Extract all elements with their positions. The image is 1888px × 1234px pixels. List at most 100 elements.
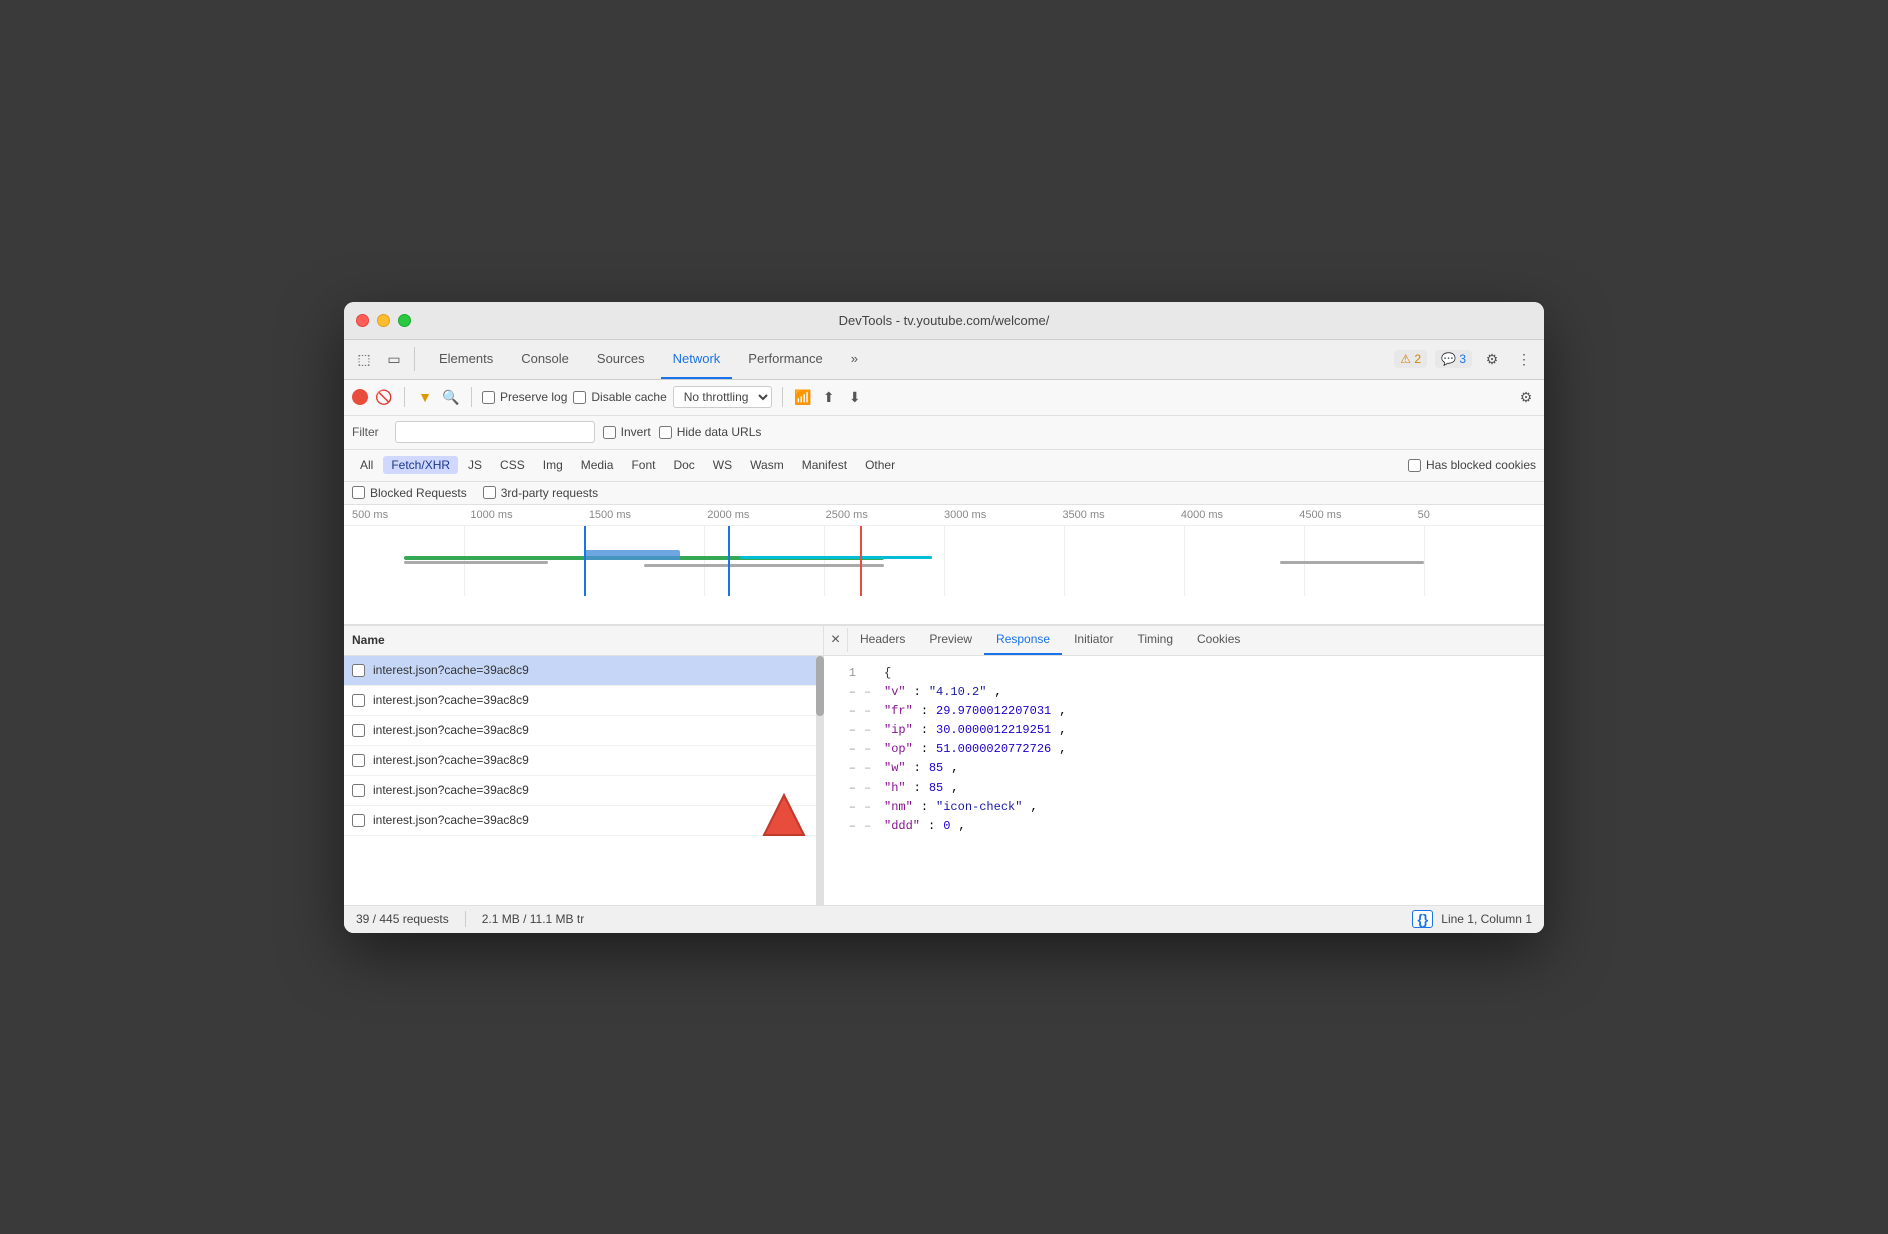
filter-js[interactable]: JS	[460, 456, 490, 474]
wifi-icon[interactable]: 📶	[793, 387, 813, 407]
panel-tab-response[interactable]: Response	[984, 626, 1062, 656]
has-blocked-cookies[interactable]: Has blocked cookies	[1408, 458, 1536, 472]
search-icon[interactable]: 🔍	[441, 387, 461, 407]
window-title: DevTools - tv.youtube.com/welcome/	[839, 313, 1050, 328]
tab-network[interactable]: Network	[661, 339, 733, 379]
filter-fetch-xhr[interactable]: Fetch/XHR	[383, 456, 458, 474]
filter-other[interactable]: Other	[857, 456, 903, 474]
blocked-requests-label[interactable]: Blocked Requests	[352, 486, 467, 500]
maximize-button[interactable]	[398, 314, 411, 327]
scrollbar[interactable]	[816, 656, 824, 905]
cursor-icon[interactable]: ⬚	[352, 347, 376, 371]
request-checkbox[interactable]	[352, 754, 365, 767]
more-options-icon[interactable]: ⋮	[1512, 347, 1536, 371]
request-row[interactable]: interest.json?cache=39ac8c9	[344, 776, 823, 806]
throttle-select[interactable]: No throttling	[673, 386, 772, 408]
upload-icon[interactable]: ⬆	[819, 387, 839, 407]
filter-css[interactable]: CSS	[492, 456, 533, 474]
panel-tab-initiator[interactable]: Initiator	[1062, 626, 1125, 656]
devtools-content: ⬚ ▭ Elements Console Sources Network Per…	[344, 340, 1544, 933]
request-checkbox[interactable]	[352, 694, 365, 707]
tab-performance[interactable]: Performance	[736, 339, 834, 379]
filter-input[interactable]	[395, 421, 595, 443]
request-row[interactable]: interest.json?cache=39ac8c9	[344, 746, 823, 776]
grid-line	[1424, 526, 1425, 596]
load-bar-gray-1	[404, 561, 548, 564]
request-checkbox[interactable]	[352, 664, 365, 677]
download-icon[interactable]: ⬇	[845, 387, 865, 407]
type-filter-bar: All Fetch/XHR JS CSS Img Media Font Doc …	[344, 450, 1544, 482]
info-badge[interactable]: 💬 3	[1435, 350, 1472, 368]
tab-console[interactable]: Console	[509, 339, 581, 379]
format-button[interactable]: {}	[1412, 910, 1433, 928]
request-row[interactable]: interest.json?cache=39ac8c9	[344, 806, 823, 836]
panel-tab-preview[interactable]: Preview	[917, 626, 984, 656]
invert-label[interactable]: Invert	[603, 425, 651, 439]
device-icon[interactable]: ▭	[382, 347, 406, 371]
filter-icon[interactable]: ▼	[415, 387, 435, 407]
load-bar-gray-3	[1280, 561, 1424, 564]
request-checkbox[interactable]	[352, 724, 365, 737]
warning-badge[interactable]: ⚠ 2	[1394, 350, 1427, 368]
top-tab-bar: ⬚ ▭ Elements Console Sources Network Per…	[344, 340, 1544, 380]
toolbar-icons: ⬚ ▭	[352, 347, 415, 371]
filter-wasm[interactable]: Wasm	[742, 456, 792, 474]
third-party-checkbox[interactable]	[483, 486, 496, 499]
request-checkbox[interactable]	[352, 784, 365, 797]
panel-tab-cookies[interactable]: Cookies	[1185, 626, 1252, 656]
invert-checkbox[interactable]	[603, 426, 616, 439]
close-panel-button[interactable]: ×	[824, 628, 848, 652]
traffic-lights	[356, 314, 411, 327]
tick-2: 1500 ms	[589, 509, 707, 521]
settings-icon[interactable]: ⚙	[1480, 347, 1504, 371]
has-blocked-cookies-checkbox[interactable]	[1408, 459, 1421, 472]
filter-media[interactable]: Media	[573, 456, 622, 474]
hide-data-urls-label[interactable]: Hide data URLs	[659, 425, 762, 439]
network-settings-icon[interactable]: ⚙	[1516, 387, 1536, 407]
preserve-log-label[interactable]: Preserve log	[482, 390, 567, 404]
tab-bar-right: ⚠ 2 💬 3 ⚙ ⋮	[1394, 347, 1536, 371]
filter-manifest[interactable]: Manifest	[794, 456, 855, 474]
filter-all[interactable]: All	[352, 456, 381, 474]
clear-icon[interactable]: 🚫	[374, 387, 394, 407]
panel-tab-timing[interactable]: Timing	[1125, 626, 1185, 656]
disable-cache-label[interactable]: Disable cache	[573, 390, 666, 404]
panel-tab-headers[interactable]: Headers	[848, 626, 917, 656]
main-panel: Name interest.json?cache=39ac8c9 interes…	[344, 625, 1544, 905]
request-row[interactable]: interest.json?cache=39ac8c9	[344, 716, 823, 746]
name-column-header: Name	[344, 626, 823, 656]
tab-sources[interactable]: Sources	[585, 339, 657, 379]
close-button[interactable]	[356, 314, 369, 327]
grid-line	[824, 526, 825, 596]
tick-1: 1000 ms	[470, 509, 588, 521]
tab-elements[interactable]: Elements	[427, 339, 505, 379]
third-party-label[interactable]: 3rd-party requests	[483, 486, 598, 500]
tab-more[interactable]: »	[839, 339, 870, 379]
minimize-button[interactable]	[377, 314, 390, 327]
filter-ws[interactable]: WS	[705, 456, 740, 474]
network-toolbar: 🚫 ▼ 🔍 Preserve log Disable cache No thro…	[344, 380, 1544, 416]
filter-font[interactable]: Font	[623, 456, 663, 474]
load-bar-cyan	[740, 556, 932, 559]
timeline-area: 500 ms 1000 ms 1500 ms 2000 ms 2500 ms 3…	[344, 505, 1544, 625]
blocked-requests-checkbox[interactable]	[352, 486, 365, 499]
response-panel: × Headers Preview Response Initiator Tim…	[824, 626, 1544, 905]
request-checkbox[interactable]	[352, 814, 365, 827]
toolbar-divider-1	[404, 387, 405, 407]
json-line: – – "fr" : 29.9700012207031 ,	[836, 702, 1532, 721]
filter-img[interactable]: Img	[535, 456, 571, 474]
requests-count: 39 / 445 requests	[356, 912, 449, 926]
record-button[interactable]	[352, 389, 368, 405]
grid-line	[944, 526, 945, 596]
filter-doc[interactable]: Doc	[665, 456, 702, 474]
load-bar-gray-2	[644, 564, 884, 567]
preserve-log-checkbox[interactable]	[482, 391, 495, 404]
disable-cache-checkbox[interactable]	[573, 391, 586, 404]
json-line: – – "h" : 85 ,	[836, 779, 1532, 798]
waterfall-chart	[344, 526, 1544, 596]
cursor-position: Line 1, Column 1	[1441, 912, 1532, 926]
request-row[interactable]: interest.json?cache=39ac8c9	[344, 656, 823, 686]
hide-data-urls-checkbox[interactable]	[659, 426, 672, 439]
scrollbar-thumb[interactable]	[816, 656, 824, 716]
request-row[interactable]: interest.json?cache=39ac8c9	[344, 686, 823, 716]
